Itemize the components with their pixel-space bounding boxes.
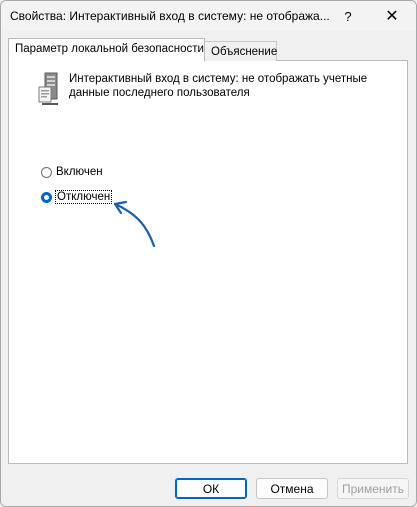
radio-disabled[interactable]: Отключен	[41, 190, 113, 204]
tab-panel: Интерактивный вход в систему: не отображ…	[8, 60, 408, 464]
help-button[interactable]: ?	[325, 1, 371, 31]
annotation-arrow-icon	[113, 200, 156, 248]
server-policy-icon	[38, 72, 58, 105]
radio-disabled-label[interactable]: Отключен	[54, 190, 113, 204]
tab-local-security-setting[interactable]: Параметр локальной безопасности	[8, 38, 205, 61]
radio-enabled[interactable]: Включен	[41, 166, 103, 178]
title-bar: Свойства: Интерактивный вход в систему: …	[1, 1, 416, 31]
ok-button[interactable]: ОК	[175, 478, 247, 499]
dialog-button-bar: ОК Отмена Применить	[1, 469, 416, 506]
radio-enabled-label[interactable]: Включен	[56, 166, 103, 178]
policy-description: Интерактивный вход в систему: не отображ…	[69, 73, 368, 99]
radio-enabled-control[interactable]	[41, 166, 52, 178]
radio-disabled-control[interactable]	[41, 191, 52, 203]
properties-dialog: Свойства: Интерактивный вход в систему: …	[0, 0, 417, 507]
window-title: Свойства: Интерактивный вход в систему: …	[10, 9, 330, 23]
tab-explain[interactable]: Объяснение	[205, 41, 277, 61]
close-button[interactable]: ✕	[369, 1, 415, 31]
apply-button[interactable]: Применить	[337, 478, 409, 499]
cancel-button[interactable]: Отмена	[256, 478, 328, 499]
